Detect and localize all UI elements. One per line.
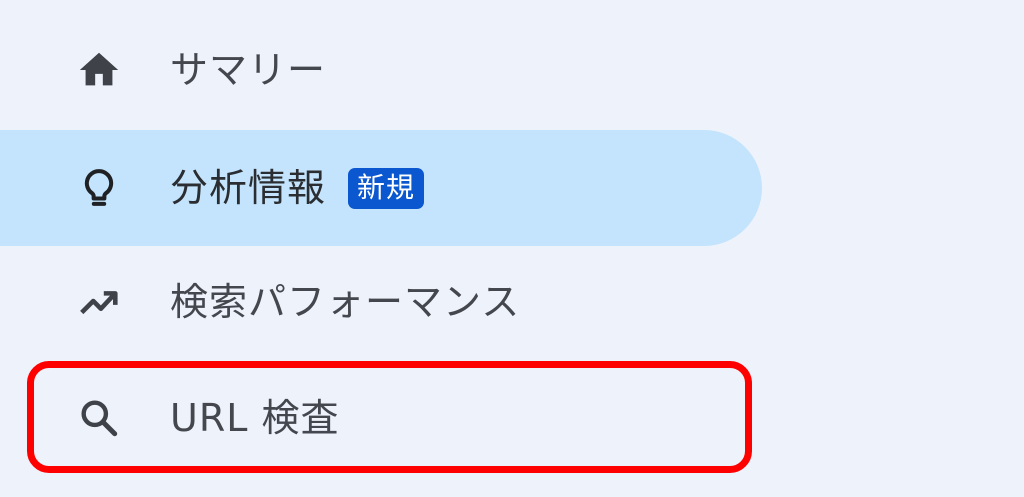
search-icon bbox=[76, 395, 122, 441]
sidebar-item-performance[interactable]: 検索パフォーマンス bbox=[0, 246, 760, 358]
sidebar-item-url-inspection[interactable]: URL 検査 bbox=[0, 362, 760, 474]
lightbulb-icon bbox=[76, 165, 122, 211]
trending-up-icon bbox=[76, 279, 122, 325]
sidebar-item-summary[interactable]: サマリー bbox=[0, 14, 760, 126]
sidebar-item-label: 検索パフォーマンス bbox=[170, 280, 521, 324]
sidebar-nav: サマリー 分析情報 新規 検索パフォーマンス URL 検査 bbox=[0, 0, 1024, 497]
sidebar-item-label: 分析情報 bbox=[170, 166, 327, 210]
sidebar-item-label: URL 検査 bbox=[170, 396, 340, 440]
sidebar-item-label: サマリー bbox=[170, 48, 327, 92]
sidebar-item-insights[interactable]: 分析情報 新規 bbox=[0, 130, 762, 246]
new-badge: 新規 bbox=[348, 167, 425, 209]
home-icon bbox=[76, 47, 122, 93]
